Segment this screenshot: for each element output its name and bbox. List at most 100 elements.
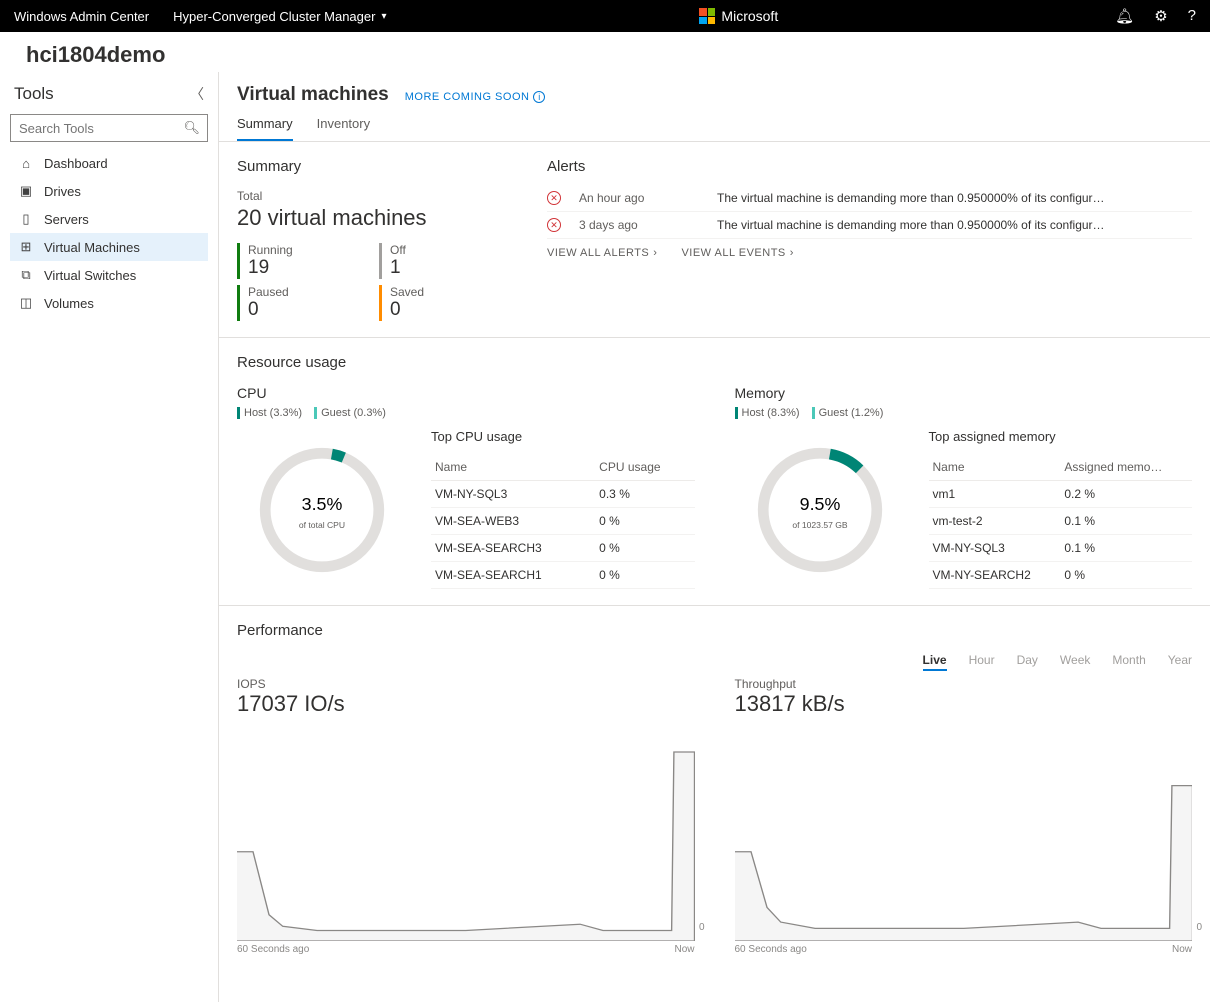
cluster-name-heading: hci1804demo <box>0 32 1210 72</box>
cpu-sub: of total CPU <box>299 520 345 530</box>
sidebar-item-virtual-machines[interactable]: ⊞ Virtual Machines <box>10 233 208 261</box>
alerts-heading: Alerts <box>547 158 1192 175</box>
throughput-value: 13817 kB/s <box>735 691 1193 717</box>
iops-label: IOPS <box>237 677 695 691</box>
memory-title: Memory <box>735 385 1193 401</box>
tab-strip: Summary Inventory <box>219 106 1210 142</box>
settings-icon[interactable]: ⚙︎ <box>1154 7 1167 25</box>
range-year[interactable]: Year <box>1168 653 1192 671</box>
top-memory-title: Top assigned memory <box>929 429 1193 444</box>
col-cpu-usage: CPU usage <box>595 454 694 481</box>
range-month[interactable]: Month <box>1112 653 1145 671</box>
table-row[interactable]: VM-SEA-WEB30 % <box>431 508 695 535</box>
cluster-dropdown[interactable]: Hyper-Converged Cluster Manager ▾ <box>173 9 386 24</box>
range-live[interactable]: Live <box>923 653 947 671</box>
y-zero-label: 0 <box>1196 922 1202 933</box>
throughput-chart: 0 60 Seconds ago Now <box>735 731 1193 941</box>
more-coming-soon-link[interactable]: MORE COMING SOON i <box>405 91 546 103</box>
running-label: Running <box>248 243 365 257</box>
sidebar-item-volumes[interactable]: ◫Volumes <box>10 289 208 317</box>
range-hour[interactable]: Hour <box>969 653 995 671</box>
topbar: Windows Admin Center Hyper-Converged Clu… <box>0 0 1210 32</box>
microsoft-logo: Microsoft <box>699 8 778 24</box>
throughput-block: Throughput 13817 kB/s 0 60 Seconds ago N… <box>735 677 1193 941</box>
error-icon: ✕ <box>547 191 561 205</box>
iops-chart: 0 60 Seconds ago Now <box>237 731 695 941</box>
table-row[interactable]: vm10.2 % <box>929 481 1193 508</box>
sidebar-item-label: Drives <box>44 184 81 199</box>
alert-message: The virtual machine is demanding more th… <box>717 218 1105 232</box>
table-row[interactable]: VM-NY-SQL30.3 % <box>431 481 695 508</box>
table-row[interactable]: VM-SEA-SEARCH10 % <box>431 562 695 589</box>
x-left-label: 60 Seconds ago <box>735 944 807 955</box>
microsoft-logo-text: Microsoft <box>721 8 778 24</box>
off-label: Off <box>390 243 507 257</box>
alert-row[interactable]: ✕ An hour ago The virtual machine is dem… <box>547 185 1192 212</box>
alert-row[interactable]: ✕ 3 days ago The virtual machine is dema… <box>547 212 1192 239</box>
memory-block: Memory Host (8.3%) Guest (1.2%) 9.5% of … <box>735 385 1193 589</box>
search-icon: 🔍︎ <box>183 120 200 136</box>
performance-range-picker: Live Hour Day Week Month Year <box>237 653 1192 671</box>
chevron-right-icon: › <box>653 247 657 259</box>
tools-heading: Tools <box>14 84 54 104</box>
collapse-sidebar-icon[interactable]: 〈 <box>190 84 204 104</box>
resource-usage-section: Resource usage CPU Host (3.3%) Guest (0.… <box>219 338 1210 606</box>
tools-sidebar: Tools 〈 🔍︎ ⌂ Dashboard ▣ Drives ▯Servers ⊞… <box>0 72 218 1002</box>
total-value: 20 virtual machines <box>237 205 507 231</box>
table-row[interactable]: VM-NY-SQL30.1 % <box>929 535 1193 562</box>
vm-icon: ⊞ <box>18 239 34 255</box>
mem-sub: of 1023.57 GB <box>792 520 848 530</box>
more-coming-soon-label: MORE COMING SOON <box>405 91 530 103</box>
cpu-title: CPU <box>237 385 695 401</box>
tools-search-input[interactable] <box>10 114 208 142</box>
info-icon: i <box>533 91 545 103</box>
range-week[interactable]: Week <box>1060 653 1090 671</box>
iops-block: IOPS 17037 IO/s 0 60 Seconds ago Now <box>237 677 695 941</box>
mem-pct: 9.5% <box>799 494 840 514</box>
sidebar-item-drives[interactable]: ▣ Drives <box>10 177 208 205</box>
table-row[interactable]: VM-NY-SEARCH20 % <box>929 562 1193 589</box>
dashboard-icon: ⌂ <box>18 156 34 171</box>
throughput-label: Throughput <box>735 677 1193 691</box>
notifications-icon[interactable]: 🔔︎ <box>1115 7 1134 25</box>
drives-icon: ▣ <box>18 183 34 199</box>
chevron-right-icon: › <box>790 247 794 259</box>
view-all-alerts-link[interactable]: VIEW ALL ALERTS › <box>547 247 657 259</box>
cpu-legend-guest: Guest (0.3%) <box>321 407 386 419</box>
sidebar-item-label: Virtual Machines <box>44 240 140 255</box>
col-name: Name <box>431 454 595 481</box>
tab-inventory[interactable]: Inventory <box>317 116 370 141</box>
table-row[interactable]: VM-SEA-SEARCH30 % <box>431 535 695 562</box>
running-value: 19 <box>248 257 365 279</box>
cpu-legend-host: Host (3.3%) <box>244 407 302 419</box>
paused-value: 0 <box>248 299 365 321</box>
sidebar-item-label: Volumes <box>44 296 94 311</box>
sidebar-item-label: Dashboard <box>44 156 108 171</box>
top-cpu-table: NameCPU usage VM-NY-SQL30.3 % VM-SEA-WEB… <box>431 454 695 589</box>
top-cpu-title: Top CPU usage <box>431 429 695 444</box>
error-icon: ✕ <box>547 218 561 232</box>
alert-message: The virtual machine is demanding more th… <box>717 191 1105 205</box>
chevron-down-icon: ▾ <box>381 11 386 22</box>
total-label: Total <box>237 189 507 203</box>
x-right-label: Now <box>674 944 694 955</box>
sidebar-item-dashboard[interactable]: ⌂ Dashboard <box>10 150 208 177</box>
iops-value: 17037 IO/s <box>237 691 695 717</box>
tab-summary[interactable]: Summary <box>237 116 293 141</box>
alert-timestamp: 3 days ago <box>579 218 699 232</box>
sidebar-item-virtual-switches[interactable]: ⧉Virtual Switches <box>10 261 208 289</box>
summary-heading: Summary <box>237 158 507 175</box>
sidebar-item-servers[interactable]: ▯Servers <box>10 205 208 233</box>
cpu-block: CPU Host (3.3%) Guest (0.3%) 3.5% of tot… <box>237 385 695 589</box>
alert-timestamp: An hour ago <box>579 191 699 205</box>
servers-icon: ▯ <box>18 211 34 227</box>
table-row[interactable]: vm-test-20.1 % <box>929 508 1193 535</box>
view-all-events-link[interactable]: VIEW ALL EVENTS › <box>681 247 793 259</box>
mem-legend-guest: Guest (1.2%) <box>819 407 884 419</box>
range-day[interactable]: Day <box>1017 653 1038 671</box>
help-icon[interactable]: ? <box>1188 7 1196 25</box>
performance-section: Performance Live Hour Day Week Month Yea… <box>219 606 1210 957</box>
x-left-label: 60 Seconds ago <box>237 944 309 955</box>
app-brand: Windows Admin Center <box>14 9 149 24</box>
cpu-donut: 3.5% of total CPU <box>237 429 407 585</box>
